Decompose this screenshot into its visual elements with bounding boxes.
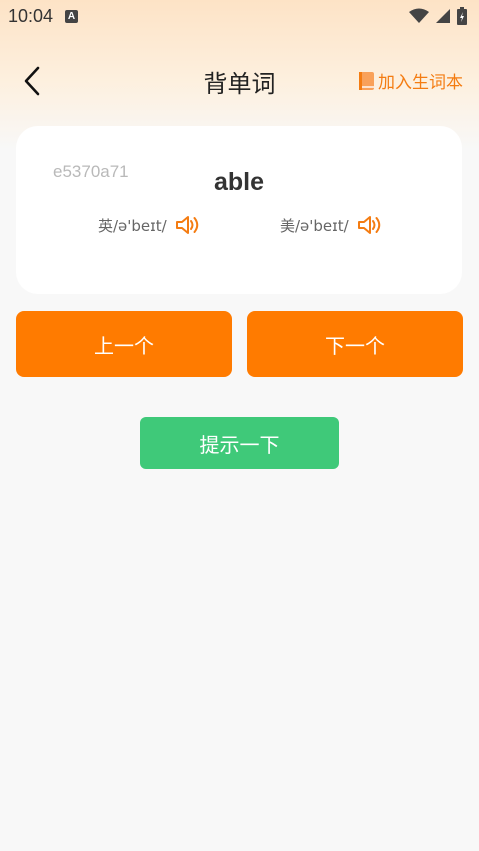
- word-card: e5370a71 able 英/ə'beɪt/ 美/ə'beɪt/: [16, 126, 462, 294]
- wifi-icon: [409, 8, 429, 23]
- battery-icon: [457, 7, 467, 25]
- status-left: 10:04 A: [8, 5, 79, 27]
- word-text: able: [213, 168, 265, 196]
- status-right: [409, 7, 467, 25]
- status-bar: 10:04 A: [0, 0, 479, 32]
- uk-speaker-icon[interactable]: [175, 214, 201, 236]
- us-phonetic: 美/ə'beɪt/: [280, 214, 383, 236]
- us-speaker-icon[interactable]: [357, 214, 383, 236]
- hint-button[interactable]: 提示一下: [140, 417, 339, 469]
- status-time: 10:04: [8, 5, 54, 26]
- next-word-button[interactable]: 下一个: [247, 311, 463, 377]
- add-to-vocab-label: 加入生词本: [378, 73, 463, 93]
- prev-word-button[interactable]: 上一个: [16, 311, 232, 377]
- uk-phonetic-text: 英/ə'beɪt/: [98, 216, 167, 235]
- signal-icon: [436, 9, 450, 23]
- notification-icon: A: [65, 9, 79, 23]
- uk-phonetic: 英/ə'beɪt/: [98, 214, 201, 236]
- book-icon: [359, 71, 374, 90]
- add-to-vocab-button[interactable]: 加入生词本: [358, 68, 463, 93]
- us-phonetic-text: 美/ə'beɪt/: [280, 216, 349, 235]
- navigation-bar: 背单词 加入生词本: [0, 56, 479, 106]
